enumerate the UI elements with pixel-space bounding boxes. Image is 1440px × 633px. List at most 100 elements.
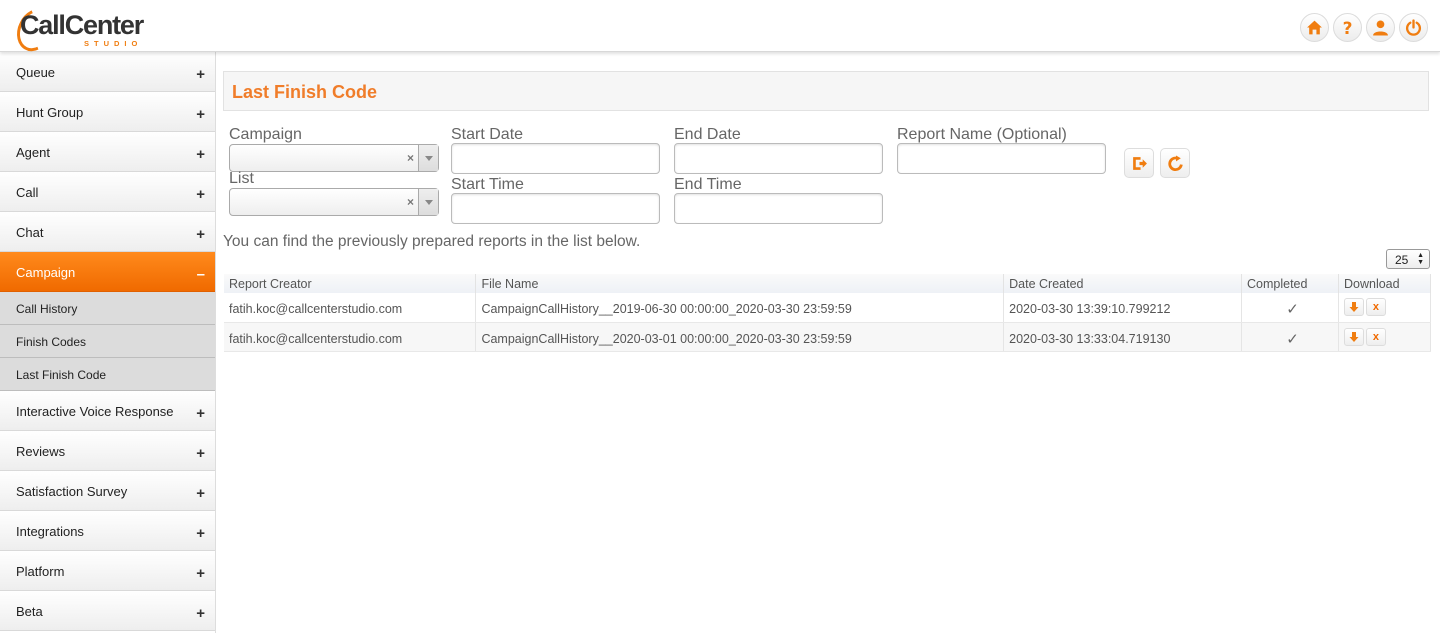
expand-icon: + — [196, 186, 205, 203]
collapse-icon: – — [196, 266, 205, 283]
dropdown-arrow-icon[interactable] — [418, 145, 438, 171]
end-date-input[interactable] — [674, 143, 883, 174]
sidebar-item-beta[interactable]: Beta + — [0, 591, 215, 631]
end-time-label: End Time — [674, 176, 742, 193]
home-icon[interactable] — [1300, 13, 1329, 42]
export-button[interactable] — [1124, 148, 1154, 178]
clear-icon[interactable]: × — [407, 195, 414, 209]
sidebar-subitem-last-finish-code[interactable]: Last Finish Code — [0, 358, 215, 391]
table-header-row: Report Creator File Name Date Created Co… — [224, 274, 1432, 293]
list-label: List — [229, 170, 254, 187]
col-header-report-creator[interactable]: Report Creator — [224, 274, 477, 293]
expand-icon: + — [196, 226, 205, 243]
cell-creator: fatih.koc@callcenterstudio.com — [224, 322, 477, 352]
stepper-arrows-icon: ▲ ▼ — [1417, 252, 1424, 266]
col-header-date-created[interactable]: Date Created — [1003, 274, 1243, 293]
sidebar-subitem-label: Last Finish Code — [16, 368, 107, 382]
download-button[interactable] — [1343, 327, 1364, 346]
export-icon — [1132, 156, 1147, 170]
sidebar-item-ivr[interactable]: Interactive Voice Response + — [0, 391, 215, 431]
cell-file-name: CampaignCallHistory__2020-03-01 00:00:00… — [475, 322, 1005, 352]
delete-button[interactable]: x — [1365, 327, 1386, 346]
sidebar-item-label: Interactive Voice Response — [16, 404, 174, 419]
cell-creator: fatih.koc@callcenterstudio.com — [224, 293, 477, 323]
start-time-label: Start Time — [451, 176, 524, 193]
sidebar-item-campaign[interactable]: Campaign – — [0, 252, 215, 292]
sidebar-item-integrations[interactable]: Integrations + — [0, 511, 215, 551]
expand-icon: + — [196, 106, 205, 123]
header-icons: ? — [1300, 13, 1428, 42]
sidebar-item-label: Chat — [16, 225, 44, 240]
page-size-select[interactable]: 25 ▲ ▼ — [1386, 249, 1430, 269]
download-arrow-icon — [1349, 302, 1359, 313]
cell-date-created: 2020-03-30 13:33:04.719130 — [1003, 322, 1243, 352]
svg-text:?: ? — [1343, 19, 1353, 36]
page-title: Last Finish Code — [232, 82, 378, 102]
sidebar-item-chat[interactable]: Chat + — [0, 212, 215, 252]
sidebar-item-satisfaction-survey[interactable]: Satisfaction Survey + — [0, 471, 215, 511]
sidebar-subitem-label: Call History — [16, 302, 78, 316]
sidebar-item-label: Integrations — [16, 524, 84, 539]
dropdown-arrow-icon[interactable] — [418, 189, 438, 215]
expand-icon: + — [196, 405, 205, 422]
cell-date-created: 2020-03-30 13:39:10.799212 — [1003, 293, 1243, 323]
reports-table: Report Creator File Name Date Created Co… — [224, 274, 1432, 352]
sidebar: Queue + Hunt Group + Agent + Call + Chat + Ca… — [0, 52, 216, 633]
sidebar-item-label: Agent — [16, 145, 50, 160]
sidebar-item-agent[interactable]: Agent + — [0, 132, 215, 172]
expand-icon: + — [196, 485, 205, 502]
info-text: You can find the previously prepared rep… — [223, 233, 641, 250]
refresh-button[interactable] — [1160, 148, 1190, 178]
clear-icon[interactable]: × — [407, 151, 414, 165]
sidebar-subitem-finish-codes[interactable]: Finish Codes — [0, 325, 215, 358]
list-select[interactable]: × — [229, 188, 439, 216]
user-icon[interactable] — [1366, 13, 1395, 42]
campaign-label: Campaign — [229, 126, 302, 143]
help-icon[interactable]: ? — [1333, 13, 1362, 42]
table-row: fatih.koc@callcenterstudio.com CampaignC… — [224, 293, 1432, 323]
sidebar-item-label: Beta — [16, 604, 43, 619]
sidebar-item-call[interactable]: Call + — [0, 172, 215, 212]
end-time-input[interactable] — [674, 193, 883, 224]
expand-icon: + — [196, 445, 205, 462]
panel-title-bar: Last Finish Code — [223, 71, 1429, 111]
cell-completed-check: ✓ — [1241, 293, 1339, 323]
sidebar-item-label: Queue — [16, 65, 56, 80]
sidebar-subitem-call-history[interactable]: Call History — [0, 292, 215, 325]
cell-download: x — [1338, 322, 1432, 352]
start-date-label: Start Date — [451, 126, 524, 143]
col-header-completed[interactable]: Completed — [1241, 274, 1339, 293]
download-button[interactable] — [1343, 298, 1364, 317]
start-date-input[interactable] — [451, 143, 660, 174]
sidebar-item-reviews[interactable]: Reviews + — [0, 431, 215, 471]
table-row: fatih.koc@callcenterstudio.com CampaignC… — [224, 322, 1432, 352]
delete-button[interactable]: x — [1365, 298, 1386, 317]
sidebar-item-queue[interactable]: Queue + — [0, 52, 215, 92]
power-icon[interactable] — [1399, 13, 1428, 42]
start-time-input[interactable] — [451, 193, 660, 224]
expand-icon: + — [196, 565, 205, 582]
campaign-select[interactable]: × — [229, 144, 439, 172]
sidebar-item-label: Platform — [16, 564, 65, 579]
callcenter-logo[interactable]: CallCenter STUDIO — [10, 2, 158, 58]
refresh-icon — [1167, 155, 1183, 171]
col-header-download[interactable]: Download — [1338, 274, 1432, 293]
cell-completed-check: ✓ — [1241, 322, 1339, 352]
download-arrow-icon — [1349, 331, 1359, 342]
sidebar-item-label: Reviews — [16, 444, 66, 459]
top-header: CallCenter STUDIO ? — [0, 0, 1440, 58]
expand-icon: + — [196, 146, 205, 163]
expand-icon: + — [196, 525, 205, 542]
col-header-file-name[interactable]: File Name — [475, 274, 1005, 293]
expand-icon: + — [196, 605, 205, 622]
logo-subtext: STUDIO — [84, 39, 143, 48]
report-name-input[interactable] — [897, 143, 1106, 174]
sidebar-item-platform[interactable]: Platform + — [0, 551, 215, 591]
end-date-label: End Date — [674, 126, 741, 143]
sidebar-item-label: Hunt Group — [16, 105, 84, 120]
sidebar-subitem-label: Finish Codes — [16, 335, 87, 349]
page-size-value: 25 — [1395, 253, 1409, 267]
cell-file-name: CampaignCallHistory__2019-06-30 00:00:00… — [475, 293, 1005, 323]
report-name-label: Report Name (Optional) — [897, 126, 1067, 143]
sidebar-item-hunt-group[interactable]: Hunt Group + — [0, 92, 215, 132]
